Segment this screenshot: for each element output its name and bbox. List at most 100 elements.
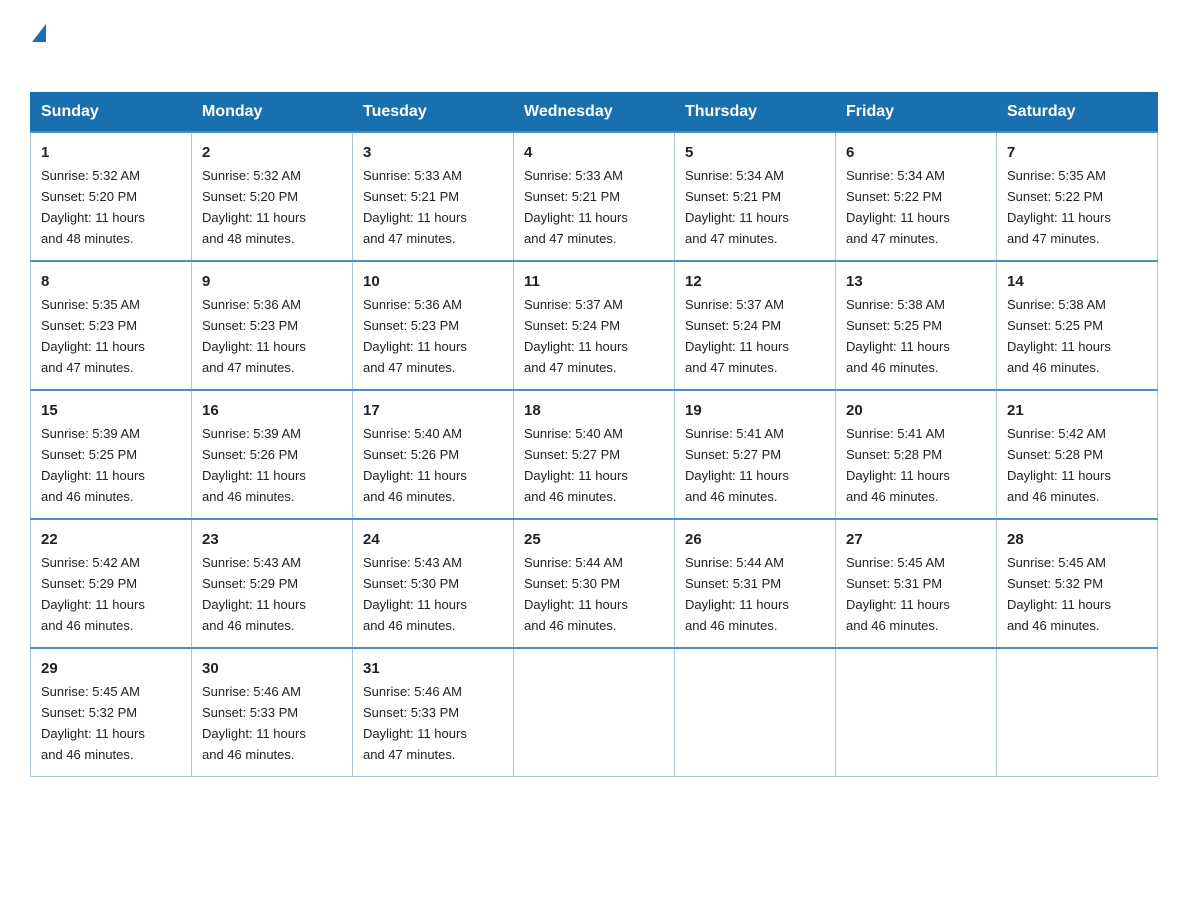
day-number: 20 [846, 399, 986, 422]
header-friday: Friday [836, 93, 997, 133]
calendar-cell: 27 Sunrise: 5:45 AMSunset: 5:31 PMDayligh… [836, 519, 997, 648]
day-info: Sunrise: 5:44 AMSunset: 5:30 PMDaylight:… [524, 555, 628, 633]
day-info: Sunrise: 5:38 AMSunset: 5:25 PMDaylight:… [1007, 297, 1111, 375]
calendar-cell: 15 Sunrise: 5:39 AMSunset: 5:25 PMDayligh… [31, 390, 192, 519]
day-info: Sunrise: 5:36 AMSunset: 5:23 PMDaylight:… [363, 297, 467, 375]
day-number: 18 [524, 399, 664, 422]
calendar-week-row: 15 Sunrise: 5:39 AMSunset: 5:25 PMDayligh… [31, 390, 1158, 519]
calendar-cell: 17Sunrise: 5:40 AMSunset: 5:26 PMDayligh… [353, 390, 514, 519]
calendar-cell: 28 Sunrise: 5:45 AMSunset: 5:32 PMDayligh… [997, 519, 1158, 648]
day-info: Sunrise: 5:39 AMSunset: 5:25 PMDaylight:… [41, 426, 145, 504]
day-info: Sunrise: 5:32 AMSunset: 5:20 PMDaylight:… [202, 168, 306, 246]
calendar-cell: 21 Sunrise: 5:42 AMSunset: 5:28 PMDayligh… [997, 390, 1158, 519]
calendar-cell: 8 Sunrise: 5:35 AMSunset: 5:23 PMDaylight… [31, 261, 192, 390]
day-number: 5 [685, 141, 825, 164]
day-number: 28 [1007, 528, 1147, 551]
day-number: 13 [846, 270, 986, 293]
calendar-cell: 16 Sunrise: 5:39 AMSunset: 5:26 PMDayligh… [192, 390, 353, 519]
day-number: 2 [202, 141, 342, 164]
day-number: 27 [846, 528, 986, 551]
calendar-cell: 4 Sunrise: 5:33 AMSunset: 5:21 PMDaylight… [514, 132, 675, 261]
day-info: Sunrise: 5:34 AMSunset: 5:22 PMDaylight:… [846, 168, 950, 246]
calendar-cell: 24 Sunrise: 5:43 AMSunset: 5:30 PMDayligh… [353, 519, 514, 648]
day-info: Sunrise: 5:32 AMSunset: 5:20 PMDaylight:… [41, 168, 145, 246]
day-info: Sunrise: 5:45 AMSunset: 5:31 PMDaylight:… [846, 555, 950, 633]
day-info: Sunrise: 5:36 AMSunset: 5:23 PMDaylight:… [202, 297, 306, 375]
day-info: Sunrise: 5:46 AMSunset: 5:33 PMDaylight:… [363, 684, 467, 762]
calendar-cell: 10 Sunrise: 5:36 AMSunset: 5:23 PMDayligh… [353, 261, 514, 390]
day-info: Sunrise: 5:42 AMSunset: 5:29 PMDaylight:… [41, 555, 145, 633]
day-info: Sunrise: 5:42 AMSunset: 5:28 PMDaylight:… [1007, 426, 1111, 504]
day-info: Sunrise: 5:44 AMSunset: 5:31 PMDaylight:… [685, 555, 789, 633]
calendar-cell: 18 Sunrise: 5:40 AMSunset: 5:27 PMDayligh… [514, 390, 675, 519]
calendar-cell: 20 Sunrise: 5:41 AMSunset: 5:28 PMDayligh… [836, 390, 997, 519]
calendar-cell: 14 Sunrise: 5:38 AMSunset: 5:25 PMDayligh… [997, 261, 1158, 390]
day-number: 24 [363, 528, 503, 551]
day-number: 1 [41, 141, 181, 164]
day-info: Sunrise: 5:37 AMSunset: 5:24 PMDaylight:… [524, 297, 628, 375]
day-info: Sunrise: 5:41 AMSunset: 5:28 PMDaylight:… [846, 426, 950, 504]
calendar-week-row: 22Sunrise: 5:42 AMSunset: 5:29 PMDayligh… [31, 519, 1158, 648]
day-number: 15 [41, 399, 181, 422]
day-info: Sunrise: 5:38 AMSunset: 5:25 PMDaylight:… [846, 297, 950, 375]
day-info: Sunrise: 5:46 AMSunset: 5:33 PMDaylight:… [202, 684, 306, 762]
day-number: 31 [363, 657, 503, 680]
calendar-cell: 7Sunrise: 5:35 AMSunset: 5:22 PMDaylight… [997, 132, 1158, 261]
day-info: Sunrise: 5:35 AMSunset: 5:23 PMDaylight:… [41, 297, 145, 375]
day-info: Sunrise: 5:40 AMSunset: 5:27 PMDaylight:… [524, 426, 628, 504]
day-number: 29 [41, 657, 181, 680]
day-number: 7 [1007, 141, 1147, 164]
day-info: Sunrise: 5:39 AMSunset: 5:26 PMDaylight:… [202, 426, 306, 504]
calendar-cell: 25 Sunrise: 5:44 AMSunset: 5:30 PMDayligh… [514, 519, 675, 648]
calendar-cell: 29 Sunrise: 5:45 AMSunset: 5:32 PMDayligh… [31, 648, 192, 776]
logo-arrow-icon [32, 24, 46, 42]
calendar-cell: 31 Sunrise: 5:46 AMSunset: 5:33 PMDayligh… [353, 648, 514, 776]
day-number: 30 [202, 657, 342, 680]
day-number: 11 [524, 270, 664, 293]
day-number: 23 [202, 528, 342, 551]
day-number: 17 [363, 399, 503, 422]
day-info: Sunrise: 5:37 AMSunset: 5:24 PMDaylight:… [685, 297, 789, 375]
logo [30, 28, 46, 74]
day-info: Sunrise: 5:45 AMSunset: 5:32 PMDaylight:… [1007, 555, 1111, 633]
day-info: Sunrise: 5:43 AMSunset: 5:29 PMDaylight:… [202, 555, 306, 633]
day-number: 10 [363, 270, 503, 293]
day-number: 16 [202, 399, 342, 422]
day-info: Sunrise: 5:43 AMSunset: 5:30 PMDaylight:… [363, 555, 467, 633]
calendar-cell: 1 Sunrise: 5:32 AMSunset: 5:20 PMDaylight… [31, 132, 192, 261]
header-sunday: Sunday [31, 93, 192, 133]
header-wednesday: Wednesday [514, 93, 675, 133]
day-number: 4 [524, 141, 664, 164]
calendar-header-row: SundayMondayTuesdayWednesdayThursdayFrid… [31, 93, 1158, 133]
calendar-cell: 19Sunrise: 5:41 AMSunset: 5:27 PMDayligh… [675, 390, 836, 519]
day-number: 12 [685, 270, 825, 293]
calendar-cell: 5 Sunrise: 5:34 AMSunset: 5:21 PMDaylight… [675, 132, 836, 261]
calendar-week-row: 29 Sunrise: 5:45 AMSunset: 5:32 PMDayligh… [31, 648, 1158, 776]
day-number: 25 [524, 528, 664, 551]
day-info: Sunrise: 5:33 AMSunset: 5:21 PMDaylight:… [363, 168, 467, 246]
calendar-cell: 30 Sunrise: 5:46 AMSunset: 5:33 PMDayligh… [192, 648, 353, 776]
day-number: 21 [1007, 399, 1147, 422]
day-info: Sunrise: 5:45 AMSunset: 5:32 PMDaylight:… [41, 684, 145, 762]
day-number: 8 [41, 270, 181, 293]
header-monday: Monday [192, 93, 353, 133]
day-info: Sunrise: 5:41 AMSunset: 5:27 PMDaylight:… [685, 426, 789, 504]
calendar-cell: 2 Sunrise: 5:32 AMSunset: 5:20 PMDaylight… [192, 132, 353, 261]
page-header [30, 20, 1158, 74]
calendar-cell: 9 Sunrise: 5:36 AMSunset: 5:23 PMDaylight… [192, 261, 353, 390]
day-number: 9 [202, 270, 342, 293]
calendar-cell [514, 648, 675, 776]
calendar-cell: 26 Sunrise: 5:44 AMSunset: 5:31 PMDayligh… [675, 519, 836, 648]
day-number: 14 [1007, 270, 1147, 293]
day-info: Sunrise: 5:33 AMSunset: 5:21 PMDaylight:… [524, 168, 628, 246]
day-number: 26 [685, 528, 825, 551]
calendar-cell: 12 Sunrise: 5:37 AMSunset: 5:24 PMDayligh… [675, 261, 836, 390]
calendar-cell [997, 648, 1158, 776]
calendar-cell: 11 Sunrise: 5:37 AMSunset: 5:24 PMDayligh… [514, 261, 675, 390]
calendar-cell [836, 648, 997, 776]
header-thursday: Thursday [675, 93, 836, 133]
calendar-table: SundayMondayTuesdayWednesdayThursdayFrid… [30, 92, 1158, 777]
calendar-cell: 22Sunrise: 5:42 AMSunset: 5:29 PMDayligh… [31, 519, 192, 648]
day-number: 6 [846, 141, 986, 164]
day-info: Sunrise: 5:34 AMSunset: 5:21 PMDaylight:… [685, 168, 789, 246]
